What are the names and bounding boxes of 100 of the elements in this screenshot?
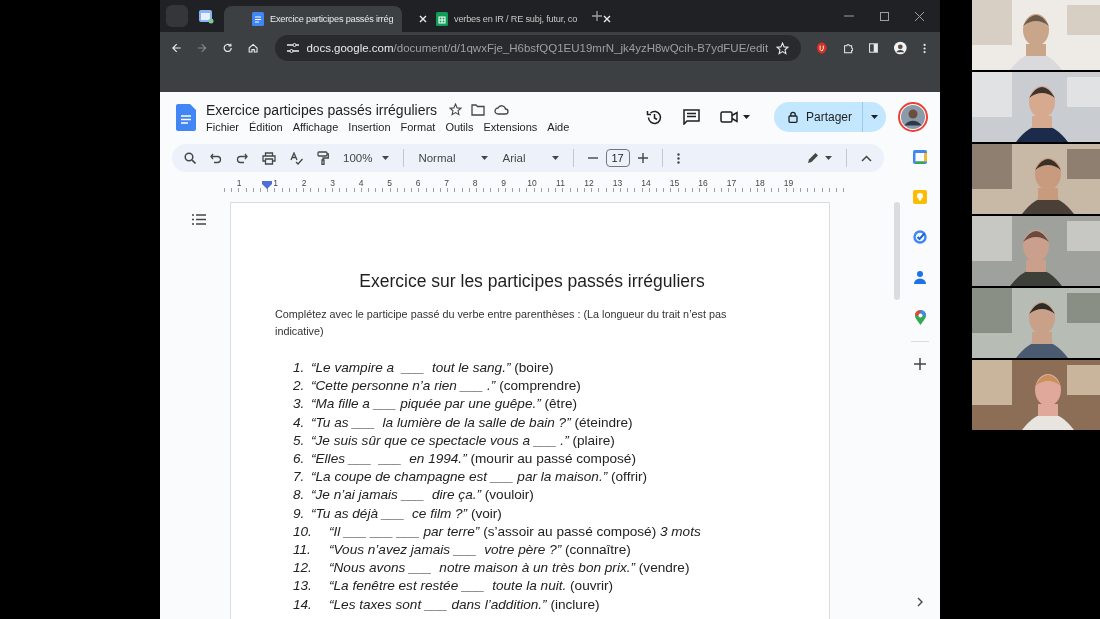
exercise-sentence: “Elles ___ ___ en 1994.” (mourir au passé composé) <box>311 450 636 468</box>
list-number: 7. <box>293 468 306 487</box>
ruler-number: 13 <box>612 178 623 188</box>
print-icon[interactable] <box>262 151 276 165</box>
exercise-sentence: “Tu as déjà ___ ce film ?” (voir) <box>311 504 502 523</box>
list-number: 6. <box>293 450 306 468</box>
more-icon[interactable] <box>922 41 926 55</box>
star-icon[interactable] <box>449 103 463 116</box>
list-number: 3. <box>293 395 306 414</box>
add-icon[interactable] <box>914 358 926 370</box>
search-icon[interactable] <box>184 152 196 164</box>
ruler-number: 4 <box>357 178 365 188</box>
new-tab-icon[interactable] <box>592 11 602 21</box>
address-bar[interactable]: docs.google.com/document/d/1qwxFje_H6bsfQQ1EU19mrN_jk4yzH8wQcih-B7ydFUE/edit <box>274 35 802 61</box>
ruler-number: 11 <box>555 178 566 188</box>
document-icon <box>252 12 264 26</box>
exercise-sentence: “Tu as ___ la lumière de la salle de bain ?” (éteindre) <box>311 413 633 432</box>
ruler-number: 7 <box>443 178 450 188</box>
undo-icon[interactable] <box>210 152 222 164</box>
list-number: 14. <box>293 595 313 614</box>
calendar-app-icon[interactable] <box>198 8 214 24</box>
comment-icon[interactable] <box>682 109 700 125</box>
spellcheck-icon[interactable] <box>290 151 303 165</box>
style-select[interactable]: Normal <box>418 152 489 164</box>
exercise-sentence: “Cette personne n’a rien ___ .” (comprendre) <box>311 377 581 396</box>
ruler-number: 1 <box>235 178 243 188</box>
back-icon[interactable] <box>172 42 182 54</box>
scrollbar[interactable] <box>894 202 900 300</box>
menu-item[interactable]: Fichier <box>206 120 239 133</box>
indent-marker-icon[interactable] <box>262 181 272 190</box>
plus-icon[interactable] <box>637 153 648 163</box>
list-number: 9. <box>293 504 306 523</box>
ruler-number: 19 <box>783 178 794 188</box>
list-number: 4. <box>293 413 306 432</box>
exercise-sentence: “Nous avons ___ notre maison à un très bon prix.” (vendre) <box>329 559 690 578</box>
redo-icon[interactable] <box>236 152 248 164</box>
close-icon[interactable] <box>915 11 924 21</box>
editing-mode-button[interactable] <box>807 152 832 164</box>
reload-icon[interactable] <box>222 42 233 54</box>
url-text: docs.google.com/document/d/1qwxFje_H6bsfQQ1EU19mrN_jk4yzH8wQcih-B7ydFUE/edit <box>306 42 769 54</box>
exercise-sentence: “Ma fille a ___ piquée par une guêpe.” (être) <box>311 395 577 414</box>
list-number: 8. <box>293 486 306 505</box>
list-number: 1. <box>293 359 306 377</box>
history-icon[interactable] <box>645 108 663 126</box>
cloud-icon[interactable] <box>494 104 510 115</box>
folder-icon[interactable] <box>471 103 486 116</box>
list-number: 13. <box>293 577 313 596</box>
menu-item[interactable]: Aide <box>547 120 570 133</box>
caret-icon <box>382 156 390 160</box>
ruler-number: 14 <box>641 178 651 188</box>
exercise-sentence: “Vous n’avez jamais ___ votre père ?” (connaître) <box>329 541 631 560</box>
puzzle-icon[interactable] <box>842 41 853 55</box>
extension-icon[interactable] <box>817 41 827 55</box>
chevron-right-icon[interactable] <box>917 597 923 607</box>
ruler-number: 8 <box>471 178 479 188</box>
exercise-sentence: “La fenêtre est restée ___ toute la nuit. (ouvrir) <box>329 577 614 596</box>
ruler-number: 18 <box>755 178 765 188</box>
forward-icon[interactable] <box>197 42 207 54</box>
menu-item[interactable]: Format <box>400 120 436 133</box>
list-number: 11. <box>293 541 312 560</box>
account-avatar-icon[interactable] <box>898 102 928 132</box>
menu-item[interactable]: Affichage <box>292 120 339 133</box>
contacts-icon[interactable] <box>914 270 926 284</box>
collapse-icon[interactable] <box>861 154 872 162</box>
caret-icon <box>871 115 878 119</box>
side-panel-icon[interactable] <box>868 42 879 54</box>
map-pin-icon[interactable] <box>914 310 926 325</box>
browser-tab[interactable]: verbes en IR / RE subj, futur, co <box>408 6 586 32</box>
list-number: 12. <box>293 559 313 578</box>
menu-item[interactable]: Extensions <box>483 120 538 133</box>
tasks-icon[interactable] <box>913 230 927 244</box>
list-number: 10. <box>293 522 313 541</box>
more-icon[interactable] <box>676 152 680 164</box>
zoom-select[interactable]: 100% <box>343 152 390 164</box>
ruler-number: 6 <box>414 178 422 188</box>
caret-icon <box>825 156 832 160</box>
document-title[interactable]: Exercice participes passés irréguliers <box>206 101 438 118</box>
menu-item[interactable]: Outils <box>445 120 474 133</box>
home-icon[interactable] <box>248 42 259 54</box>
ruler-number: 1 <box>272 178 279 188</box>
caret-icon <box>481 156 489 160</box>
caret-icon <box>742 115 750 119</box>
menu-item[interactable]: Édition <box>249 120 283 133</box>
site-settings-icon[interactable] <box>286 43 299 53</box>
video-call-button[interactable] <box>719 111 750 123</box>
font-size-field[interactable]: 17 <box>605 149 630 167</box>
exercise-sentence: “Il ___ ___ ___ par terre” (s’assoir au passé composé) 3 mots <box>329 522 701 541</box>
outline-icon[interactable] <box>192 214 206 225</box>
exercise-sentence: “Je suis sûr que ce spectacle vous a ___ .” (plaire) <box>311 431 615 450</box>
ruler-number: 15 <box>669 178 680 188</box>
spreadsheet-icon <box>436 12 448 26</box>
minus-icon[interactable] <box>587 157 598 159</box>
ruler-number: 16 <box>698 178 708 188</box>
paint-format-icon[interactable] <box>317 151 329 165</box>
calendar-icon[interactable] <box>913 150 927 164</box>
menu-item[interactable]: Insertion <box>348 120 391 133</box>
font-select[interactable]: Arial <box>502 152 559 164</box>
maximize-icon[interactable] <box>880 11 889 21</box>
profile-avatar-icon[interactable] <box>894 40 907 56</box>
document-icon[interactable] <box>176 103 196 131</box>
